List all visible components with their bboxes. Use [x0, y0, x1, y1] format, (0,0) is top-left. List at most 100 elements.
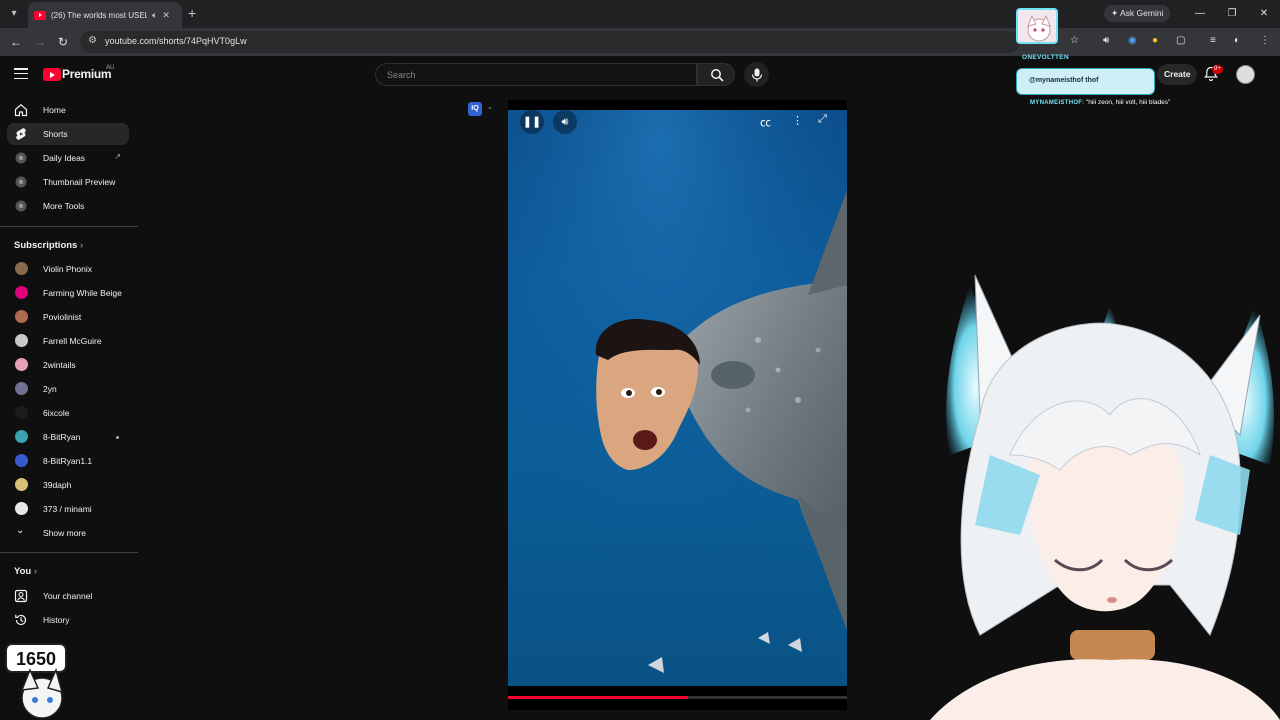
sidebar-subscription-item[interactable]: 373 / minami [7, 498, 129, 520]
more-options-icon[interactable]: ⋮ [792, 114, 803, 127]
sidebar-item-label: Daily Ideas [43, 153, 86, 163]
chat-avatar-image [1027, 14, 1051, 42]
chat-message-box: @mynameisthof thof [1016, 68, 1155, 95]
minimize-button[interactable]: — [1184, 0, 1216, 28]
channel-avatar [15, 358, 28, 371]
voice-search-button[interactable] [744, 62, 769, 87]
channel-icon [14, 589, 28, 603]
ask-gemini-label: Ask Gemini [1120, 8, 1164, 18]
shorts-icon [16, 128, 26, 140]
sidebar-subscription-item[interactable]: 2yn [7, 378, 129, 400]
sidebar-subscription-item[interactable]: 39daph [7, 474, 129, 496]
tab-close-icon[interactable]: ✕ [162, 10, 170, 21]
sidebar-item-label: More Tools [43, 201, 85, 211]
history-icon [15, 614, 27, 626]
guide-menu-icon[interactable] [14, 68, 28, 79]
sidebar-item-more-tools[interactable]: More Tools [7, 195, 129, 217]
search-icon [711, 69, 724, 82]
you-header[interactable]: You › [14, 566, 37, 577]
subscription-label: 6ixcole [43, 408, 70, 418]
show-more-button[interactable]: ⌄ Show more [7, 522, 129, 544]
chat-user-avatar [1016, 8, 1058, 44]
sidebar-item-shorts[interactable]: Shorts [7, 123, 129, 145]
shorts-video[interactable]: ❚❚ 🔊︎ ㏄ ⋮ ⤢ [508, 110, 847, 686]
media-extension-icon[interactable]: 🔊︎ [1103, 35, 1109, 46]
account-avatar[interactable] [1236, 65, 1255, 84]
extension-icon [15, 176, 27, 188]
bookmark-star-icon[interactable]: ☆ [1070, 35, 1079, 46]
sidebar-item-home[interactable]: Home [7, 99, 129, 121]
extension-icon-coin[interactable]: ● [1152, 35, 1158, 46]
subscription-label: 8-BitRyan1.1 [43, 456, 93, 466]
tab-audio-icon[interactable]: 🔈︎ [152, 10, 157, 21]
region-code: AU [106, 65, 115, 71]
sidebar-divider [0, 226, 138, 227]
site-info-icon[interactable]: ⚙ [88, 35, 97, 46]
address-bar[interactable]: ⚙ youtube.com/shorts/74PqHVT0gLw [80, 31, 1020, 53]
sidebar-subscription-item[interactable]: 2wintails [7, 354, 129, 376]
sidebar-subscription-item[interactable]: 6ixcole [7, 402, 129, 424]
search-button[interactable] [697, 63, 735, 86]
sidebar-divider [0, 552, 138, 553]
volume-button[interactable]: 🔊︎ [553, 110, 577, 134]
new-content-dot [116, 436, 119, 439]
channel-avatar [15, 286, 28, 299]
sidebar-subscription-item[interactable]: 8-BitRyan [7, 426, 129, 448]
tab-title: (26) The worlds most USELE [51, 10, 147, 20]
reload-button[interactable]: ↻ [58, 35, 68, 49]
window-controls: — ❐ ✕ [1184, 0, 1280, 28]
profile-avatar-icon[interactable]: ◐ [1234, 35, 1240, 46]
sidebar-item-daily-ideas[interactable]: Daily Ideas ↗ [7, 147, 129, 169]
chevron-down-icon[interactable]: ⌄ [487, 103, 493, 111]
video-frame-image [508, 110, 847, 686]
sidebar-item-your-channel[interactable]: Your channel [7, 585, 129, 607]
video-progress-bar[interactable] [508, 696, 847, 699]
close-window-button[interactable]: ✕ [1248, 0, 1280, 28]
create-button[interactable]: Create [1157, 64, 1198, 85]
video-progress-fill [508, 696, 688, 699]
tab-search-button[interactable]: ▾ [5, 5, 23, 23]
youtube-brand-text[interactable]: Premium [62, 67, 112, 81]
youtube-logo-icon[interactable] [43, 68, 61, 81]
subscription-label: 2yn [43, 384, 57, 394]
captions-icon[interactable]: ㏄ [760, 114, 771, 130]
sidebar-subscription-item[interactable]: Farming While Beige [7, 282, 129, 304]
sidebar-subscription-item[interactable]: Violin Phonix [7, 258, 129, 280]
sidebar-subscription-item[interactable]: Poviolinist [7, 306, 129, 328]
channel-avatar [15, 478, 28, 491]
home-icon [14, 104, 28, 117]
search-input[interactable]: Search [375, 63, 697, 86]
ask-gemini-button[interactable]: ✦ Ask Gemini [1104, 5, 1171, 22]
sidebar-subscription-item[interactable]: 8-BitRyan1.1 [7, 450, 129, 472]
sidebar-item-label: History [43, 615, 70, 625]
browser-tab-active[interactable]: (26) The worlds most USELE 🔈︎ ✕ [28, 2, 182, 28]
channel-avatar [15, 262, 28, 275]
browser-menu-icon[interactable]: ⋮ [1260, 35, 1270, 46]
extension-icon-blue[interactable]: ◉ [1128, 35, 1137, 46]
browser-tab-bar: ▾ (26) The worlds most USELE 🔈︎ ✕ + ✦ As… [0, 0, 1280, 28]
sidebar-subscription-item[interactable]: Farrell McGuire [7, 330, 129, 352]
chat-mention-suffix: thof [1085, 77, 1099, 84]
sidebar-item-thumbnail-preview[interactable]: Thumbnail Preview [7, 171, 129, 193]
pause-button[interactable]: ❚❚ [520, 110, 544, 134]
create-label: Create [1164, 69, 1191, 79]
notification-count-badge: 9+ [1212, 65, 1223, 74]
back-button[interactable]: ← [10, 35, 22, 49]
subscription-label: 2wintails [43, 360, 76, 370]
restore-button[interactable]: ❐ [1216, 0, 1248, 28]
fullscreen-icon[interactable]: ⤢ [818, 113, 827, 126]
media-queue-icon[interactable]: ≡ [1210, 35, 1216, 46]
subscriptions-header[interactable]: Subscriptions › [14, 240, 83, 251]
extension-iq-button[interactable]: IQ [468, 102, 482, 116]
browser-toolbar: ← → ↻ ⚙ youtube.com/shorts/74PqHVT0gLw ☆… [0, 28, 1280, 56]
show-more-label: Show more [43, 528, 86, 538]
sidebar-item-history[interactable]: History [7, 609, 129, 631]
channel-avatar [15, 334, 28, 347]
subscription-label: Poviolinist [43, 312, 82, 322]
chat-username-1: ONEVOLTTEN [1022, 54, 1069, 61]
forward-button[interactable]: → [34, 35, 46, 49]
url-text: youtube.com/shorts/74PqHVT0gLw [105, 36, 247, 46]
new-tab-button[interactable]: + [188, 5, 196, 21]
extensions-puzzle-icon[interactable]: ▢ [1176, 35, 1185, 46]
youtube-favicon-icon [34, 10, 46, 20]
